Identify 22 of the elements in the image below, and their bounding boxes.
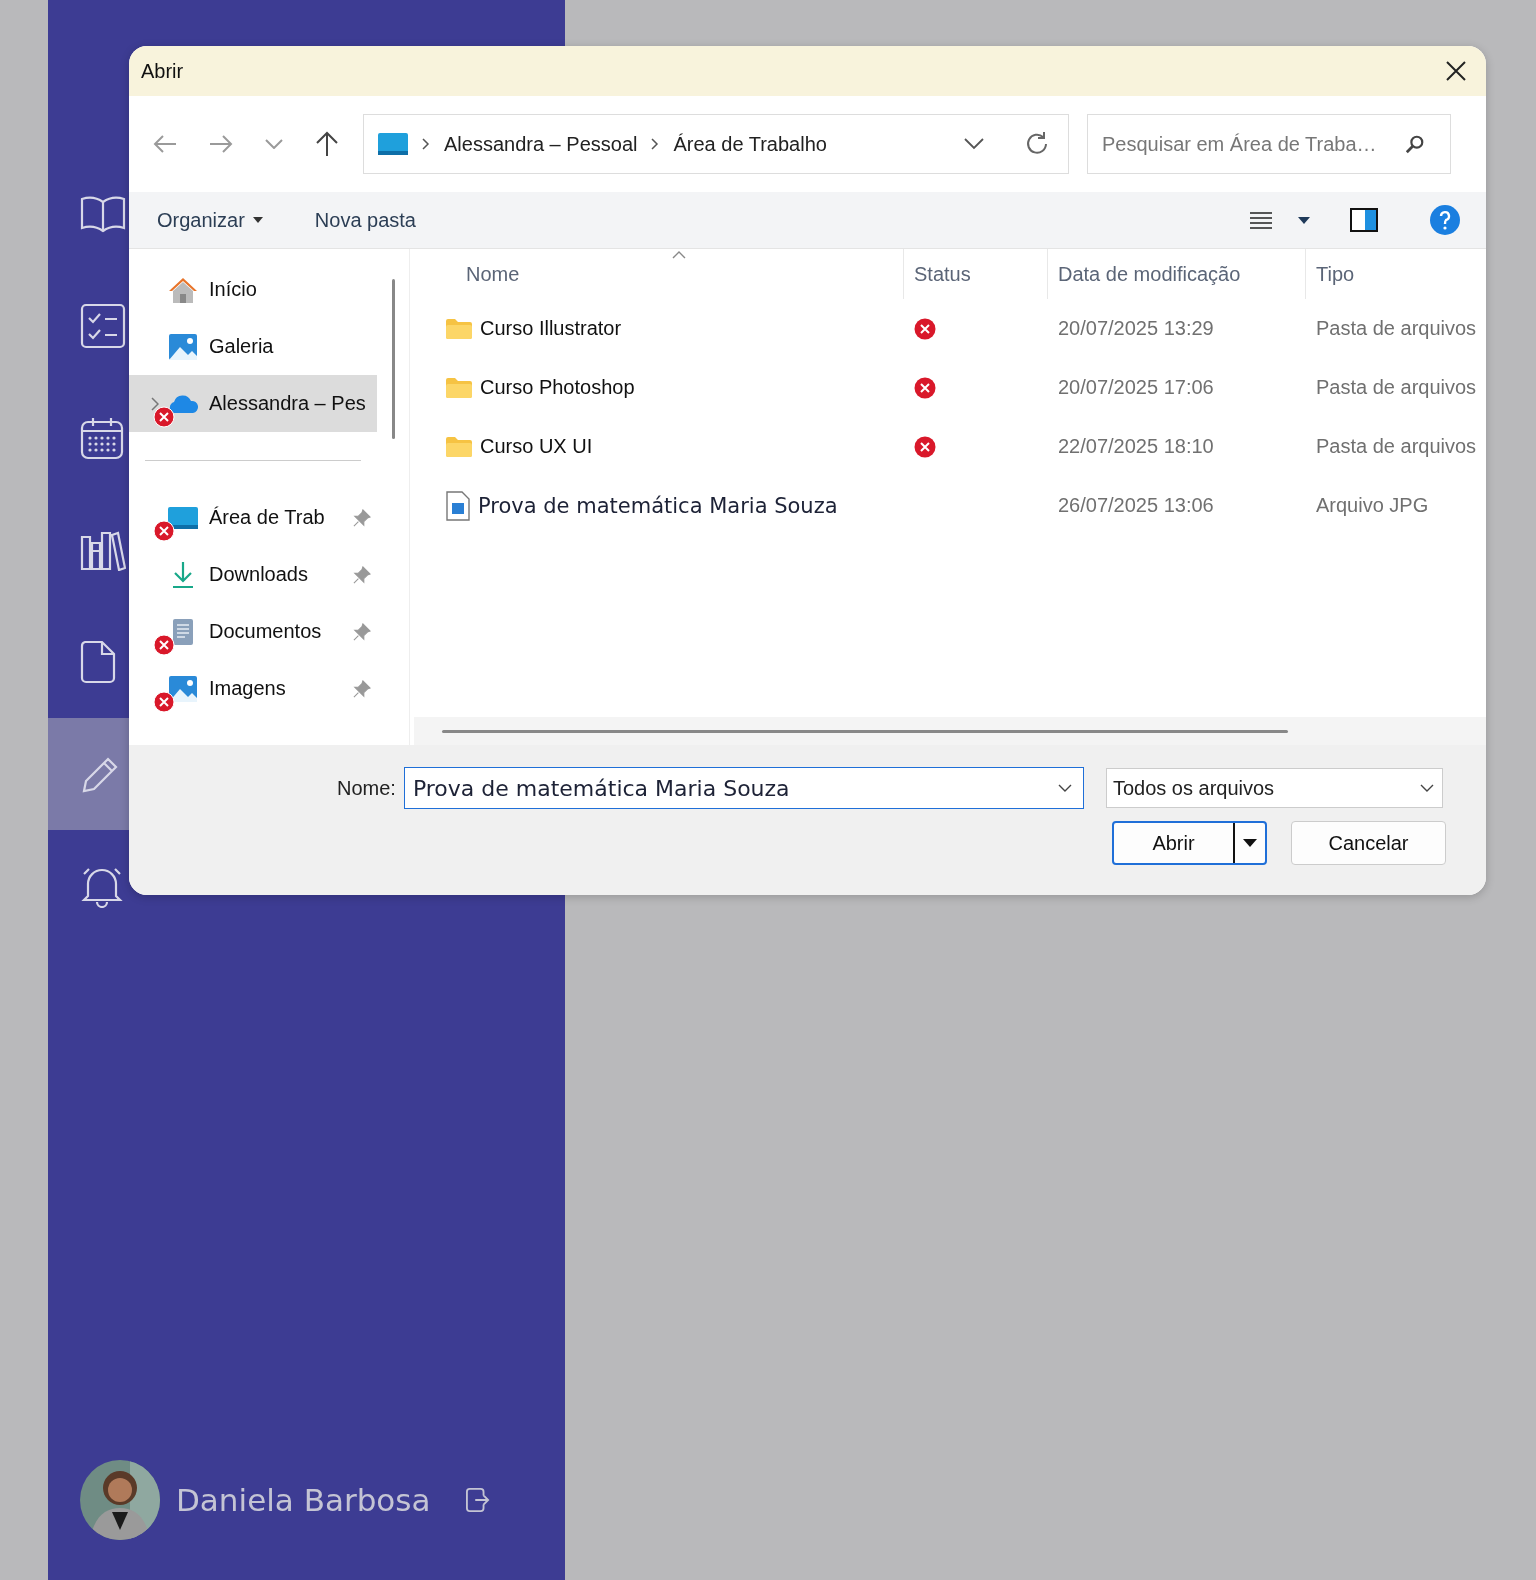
nav-label: Documentos <box>209 620 323 643</box>
nav-label: Área de Trab <box>209 506 326 529</box>
file-type: Pasta de arquivos <box>1315 435 1478 458</box>
nav-label: Galeria <box>209 335 275 358</box>
file-name: Prova de matemática Maria Souza <box>478 493 838 518</box>
file-type: Arquivo JPG <box>1315 494 1430 517</box>
nav-label: Downloads <box>209 563 309 586</box>
file-type: Pasta de arquivos <box>1315 376 1478 399</box>
nav-label: Início <box>209 278 258 301</box>
user-name: Daniela Barbosa <box>176 1482 431 1518</box>
file-name: Curso Illustrator <box>480 317 622 340</box>
file-date: 20/07/2025 13:29 <box>1057 317 1215 340</box>
file-type: Pasta de arquivos <box>1315 317 1478 340</box>
file-name: Curso Photoshop <box>480 376 635 399</box>
window-title: Abrir <box>141 59 184 83</box>
nav-label: Imagens <box>209 677 287 700</box>
name-label: Nome: <box>337 776 396 800</box>
file-name: Curso UX UI <box>480 435 593 458</box>
nav-label: Alessandra – Pes <box>209 392 367 415</box>
file-date: 22/07/2025 18:10 <box>1057 435 1215 458</box>
file-date: 26/07/2025 13:06 <box>1057 494 1215 517</box>
file-date: 20/07/2025 17:06 <box>1057 376 1215 399</box>
